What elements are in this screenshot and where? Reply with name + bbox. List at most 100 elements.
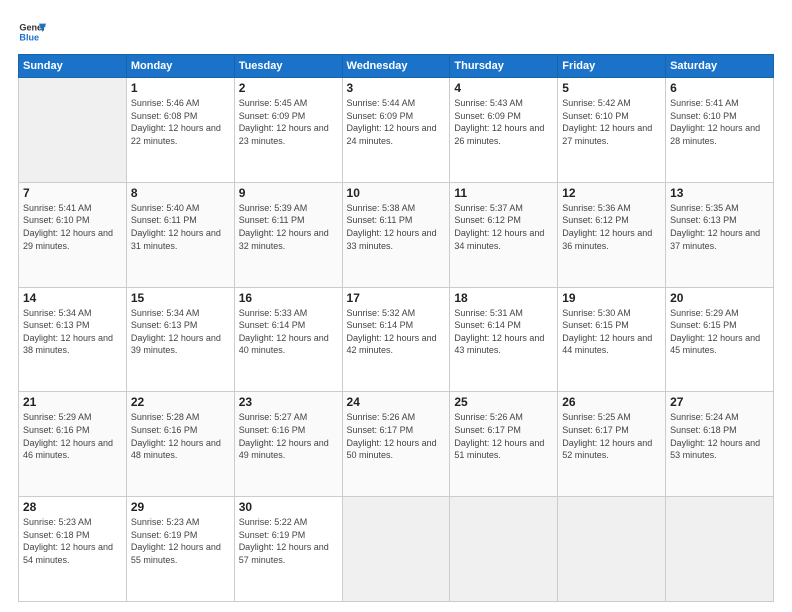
day-number: 25 <box>454 395 553 409</box>
day-number: 13 <box>670 186 769 200</box>
day-number: 17 <box>347 291 446 305</box>
day-number: 18 <box>454 291 553 305</box>
day-info: Sunrise: 5:34 AMSunset: 6:13 PMDaylight:… <box>131 307 230 357</box>
day-info: Sunrise: 5:28 AMSunset: 6:16 PMDaylight:… <box>131 411 230 461</box>
calendar-cell: 22 Sunrise: 5:28 AMSunset: 6:16 PMDayligh… <box>126 392 234 497</box>
day-info: Sunrise: 5:39 AMSunset: 6:11 PMDaylight:… <box>239 202 338 252</box>
calendar-cell: 30 Sunrise: 5:22 AMSunset: 6:19 PMDayligh… <box>234 497 342 602</box>
day-info: Sunrise: 5:29 AMSunset: 6:15 PMDaylight:… <box>670 307 769 357</box>
day-number: 16 <box>239 291 338 305</box>
day-info: Sunrise: 5:29 AMSunset: 6:16 PMDaylight:… <box>23 411 122 461</box>
day-number: 12 <box>562 186 661 200</box>
svg-text:Blue: Blue <box>19 32 39 42</box>
day-number: 30 <box>239 500 338 514</box>
day-number: 3 <box>347 81 446 95</box>
calendar-cell: 24 Sunrise: 5:26 AMSunset: 6:17 PMDayligh… <box>342 392 450 497</box>
day-number: 5 <box>562 81 661 95</box>
day-info: Sunrise: 5:41 AMSunset: 6:10 PMDaylight:… <box>670 97 769 147</box>
day-info: Sunrise: 5:27 AMSunset: 6:16 PMDaylight:… <box>239 411 338 461</box>
calendar-cell <box>666 497 774 602</box>
day-number: 6 <box>670 81 769 95</box>
day-info: Sunrise: 5:40 AMSunset: 6:11 PMDaylight:… <box>131 202 230 252</box>
weekday-header: Wednesday <box>342 55 450 78</box>
calendar-cell: 15 Sunrise: 5:34 AMSunset: 6:13 PMDayligh… <box>126 287 234 392</box>
day-number: 11 <box>454 186 553 200</box>
calendar-cell: 9 Sunrise: 5:39 AMSunset: 6:11 PMDaylight… <box>234 182 342 287</box>
calendar-cell: 25 Sunrise: 5:26 AMSunset: 6:17 PMDayligh… <box>450 392 558 497</box>
day-info: Sunrise: 5:42 AMSunset: 6:10 PMDaylight:… <box>562 97 661 147</box>
day-number: 4 <box>454 81 553 95</box>
day-number: 7 <box>23 186 122 200</box>
day-number: 22 <box>131 395 230 409</box>
day-info: Sunrise: 5:31 AMSunset: 6:14 PMDaylight:… <box>454 307 553 357</box>
day-number: 27 <box>670 395 769 409</box>
calendar-cell <box>19 78 127 183</box>
day-info: Sunrise: 5:25 AMSunset: 6:17 PMDaylight:… <box>562 411 661 461</box>
day-info: Sunrise: 5:41 AMSunset: 6:10 PMDaylight:… <box>23 202 122 252</box>
calendar-cell: 14 Sunrise: 5:34 AMSunset: 6:13 PMDayligh… <box>19 287 127 392</box>
day-info: Sunrise: 5:30 AMSunset: 6:15 PMDaylight:… <box>562 307 661 357</box>
calendar-table: SundayMondayTuesdayWednesdayThursdayFrid… <box>18 54 774 602</box>
day-info: Sunrise: 5:35 AMSunset: 6:13 PMDaylight:… <box>670 202 769 252</box>
calendar-cell: 20 Sunrise: 5:29 AMSunset: 6:15 PMDayligh… <box>666 287 774 392</box>
calendar-cell: 29Sunrise: 5:23 AMSunset: 6:19 PMDayligh… <box>126 497 234 602</box>
day-info: Sunrise: 5:45 AMSunset: 6:09 PMDaylight:… <box>239 97 338 147</box>
calendar-cell: 12 Sunrise: 5:36 AMSunset: 6:12 PMDayligh… <box>558 182 666 287</box>
calendar-cell: 18 Sunrise: 5:31 AMSunset: 6:14 PMDayligh… <box>450 287 558 392</box>
calendar-cell: 23 Sunrise: 5:27 AMSunset: 6:16 PMDayligh… <box>234 392 342 497</box>
day-info: Sunrise: 5:46 AMSunset: 6:08 PMDaylight:… <box>131 97 230 147</box>
day-info: Sunrise: 5:44 AMSunset: 6:09 PMDaylight:… <box>347 97 446 147</box>
calendar-cell: 1 Sunrise: 5:46 AMSunset: 6:08 PMDaylight… <box>126 78 234 183</box>
day-info: Sunrise: 5:23 AMSunset: 6:19 PMDaylight:… <box>131 516 230 566</box>
day-info: Sunrise: 5:26 AMSunset: 6:17 PMDaylight:… <box>454 411 553 461</box>
calendar-cell <box>342 497 450 602</box>
calendar-cell: 13 Sunrise: 5:35 AMSunset: 6:13 PMDayligh… <box>666 182 774 287</box>
calendar-cell: 27 Sunrise: 5:24 AMSunset: 6:18 PMDayligh… <box>666 392 774 497</box>
calendar-cell: 7 Sunrise: 5:41 AMSunset: 6:10 PMDaylight… <box>19 182 127 287</box>
day-number: 21 <box>23 395 122 409</box>
calendar-cell: 10 Sunrise: 5:38 AMSunset: 6:11 PMDayligh… <box>342 182 450 287</box>
day-info: Sunrise: 5:43 AMSunset: 6:09 PMDaylight:… <box>454 97 553 147</box>
calendar-cell: 21 Sunrise: 5:29 AMSunset: 6:16 PMDayligh… <box>19 392 127 497</box>
day-number: 15 <box>131 291 230 305</box>
weekday-header: Saturday <box>666 55 774 78</box>
calendar-cell: 3 Sunrise: 5:44 AMSunset: 6:09 PMDaylight… <box>342 78 450 183</box>
day-info: Sunrise: 5:34 AMSunset: 6:13 PMDaylight:… <box>23 307 122 357</box>
day-number: 1 <box>131 81 230 95</box>
day-number: 28 <box>23 500 122 514</box>
day-number: 9 <box>239 186 338 200</box>
day-number: 24 <box>347 395 446 409</box>
calendar-cell: 4 Sunrise: 5:43 AMSunset: 6:09 PMDaylight… <box>450 78 558 183</box>
day-number: 8 <box>131 186 230 200</box>
calendar-cell: 11 Sunrise: 5:37 AMSunset: 6:12 PMDayligh… <box>450 182 558 287</box>
weekday-header: Tuesday <box>234 55 342 78</box>
day-info: Sunrise: 5:22 AMSunset: 6:19 PMDaylight:… <box>239 516 338 566</box>
day-info: Sunrise: 5:36 AMSunset: 6:12 PMDaylight:… <box>562 202 661 252</box>
day-info: Sunrise: 5:38 AMSunset: 6:11 PMDaylight:… <box>347 202 446 252</box>
day-number: 23 <box>239 395 338 409</box>
weekday-header: Thursday <box>450 55 558 78</box>
day-number: 2 <box>239 81 338 95</box>
day-number: 26 <box>562 395 661 409</box>
logo-icon: General Blue <box>18 18 46 46</box>
day-info: Sunrise: 5:26 AMSunset: 6:17 PMDaylight:… <box>347 411 446 461</box>
day-number: 20 <box>670 291 769 305</box>
page: General Blue SundayMondayTuesdayWednesda… <box>0 0 792 612</box>
calendar-cell: 26 Sunrise: 5:25 AMSunset: 6:17 PMDayligh… <box>558 392 666 497</box>
calendar-cell: 19 Sunrise: 5:30 AMSunset: 6:15 PMDayligh… <box>558 287 666 392</box>
day-number: 14 <box>23 291 122 305</box>
weekday-header: Sunday <box>19 55 127 78</box>
calendar-cell: 6 Sunrise: 5:41 AMSunset: 6:10 PMDaylight… <box>666 78 774 183</box>
calendar-cell: 2 Sunrise: 5:45 AMSunset: 6:09 PMDaylight… <box>234 78 342 183</box>
logo: General Blue <box>18 18 46 46</box>
weekday-header: Monday <box>126 55 234 78</box>
day-info: Sunrise: 5:24 AMSunset: 6:18 PMDaylight:… <box>670 411 769 461</box>
calendar-cell <box>558 497 666 602</box>
day-number: 19 <box>562 291 661 305</box>
calendar-cell: 17Sunrise: 5:32 AMSunset: 6:14 PMDayligh… <box>342 287 450 392</box>
header: General Blue <box>18 18 774 46</box>
day-number: 10 <box>347 186 446 200</box>
calendar-cell: 8 Sunrise: 5:40 AMSunset: 6:11 PMDaylight… <box>126 182 234 287</box>
day-info: Sunrise: 5:23 AMSunset: 6:18 PMDaylight:… <box>23 516 122 566</box>
day-info: Sunrise: 5:37 AMSunset: 6:12 PMDaylight:… <box>454 202 553 252</box>
